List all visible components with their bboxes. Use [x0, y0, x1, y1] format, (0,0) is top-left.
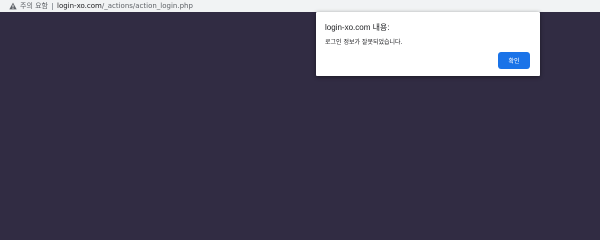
security-status-label[interactable]: 주의 요함	[20, 1, 48, 11]
url-host[interactable]: login-xo.com	[57, 2, 102, 10]
dialog-message: 로그인 정보가 잘못되었습니다.	[325, 39, 403, 46]
alert-dialog: login-xo.com 내용: 로그인 정보가 잘못되었습니다. 확인	[316, 12, 540, 76]
address-bar[interactable]: 주의 요함 login-xo.com /_actions/action_logi…	[0, 0, 600, 12]
ok-button[interactable]: 확인	[498, 52, 530, 69]
warning-icon[interactable]	[8, 2, 17, 11]
url-path[interactable]: /_actions/action_login.php	[102, 2, 193, 10]
dialog-title: login-xo.com 내용:	[325, 23, 390, 32]
address-divider	[52, 2, 53, 10]
